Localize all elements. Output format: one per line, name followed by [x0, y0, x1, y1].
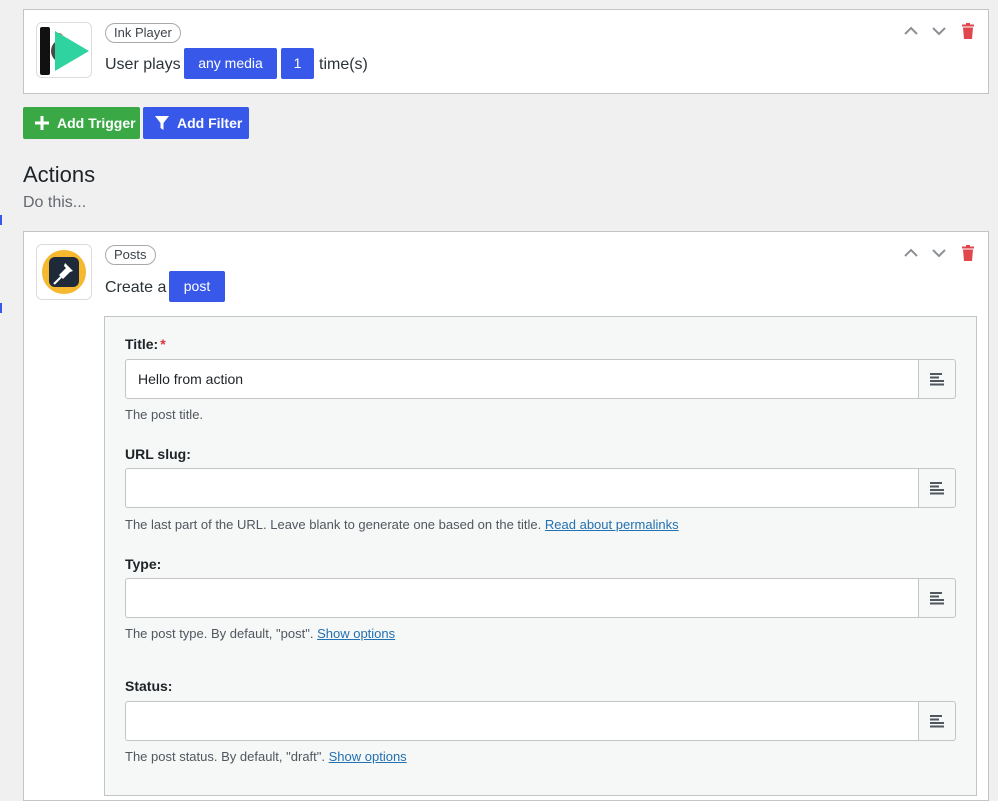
status-help: The post status. By default, "draft". Sh… [125, 749, 407, 764]
ink-player-logo-icon [36, 22, 92, 78]
title-help: The post title. [125, 407, 204, 422]
read-about-permalinks-link[interactable]: Read about permalinks [545, 517, 679, 532]
align-left-icon [930, 373, 944, 386]
title-field[interactable] [125, 359, 919, 399]
url-slug-help: The last part of the URL. Leave blank to… [125, 517, 679, 532]
title-label: Title: * [125, 336, 166, 352]
action-sentence-prefix: Create a [105, 279, 167, 296]
status-show-options-link[interactable]: Show options [329, 749, 407, 764]
move-down-icon[interactable] [930, 22, 948, 40]
post-token[interactable]: post [169, 271, 225, 302]
type-token-picker-button[interactable] [918, 578, 956, 618]
required-marker: * [160, 336, 166, 352]
trigger-sentence-suffix: time(s) [319, 56, 368, 73]
integration-tag: Posts [105, 245, 156, 265]
add-trigger-label: Add Trigger [57, 115, 136, 131]
status-label: Status: [125, 678, 173, 694]
type-label: Type: [125, 556, 162, 572]
integration-tag: Ink Player [105, 23, 181, 43]
move-down-icon[interactable] [930, 244, 948, 262]
type-field[interactable] [125, 578, 919, 618]
title-label-text: Title: [125, 336, 159, 352]
edge-indicator [0, 303, 2, 313]
edge-indicator [0, 215, 2, 225]
plus-icon [35, 116, 49, 130]
pushpin-icon [36, 244, 92, 300]
url-slug-token-picker-button[interactable] [918, 468, 956, 508]
trigger-card: Ink Player User plays any media 1 time(s… [23, 9, 989, 94]
url-slug-label: URL slug: [125, 446, 191, 462]
add-trigger-button[interactable]: Add Trigger [23, 107, 140, 139]
status-help-text: The post status. By default, "draft". [125, 749, 325, 764]
trash-icon[interactable] [959, 244, 977, 262]
media-token[interactable]: any media [184, 48, 277, 79]
url-slug-help-text: The last part of the URL. Leave blank to… [125, 517, 542, 532]
type-help-text: The post type. By default, "post". [125, 626, 314, 641]
count-token[interactable]: 1 [281, 48, 314, 79]
type-show-options-link[interactable]: Show options [317, 626, 395, 641]
add-filter-button[interactable]: Add Filter [143, 107, 249, 139]
trash-icon[interactable] [959, 22, 977, 40]
filter-icon [155, 116, 169, 130]
align-left-icon [930, 715, 944, 728]
trigger-sentence-prefix: User plays [105, 56, 181, 73]
add-filter-label: Add Filter [177, 115, 243, 131]
actions-heading: Actions [23, 162, 96, 187]
move-up-icon[interactable] [902, 22, 920, 40]
type-help: The post type. By default, "post". Show … [125, 626, 395, 641]
move-up-icon[interactable] [902, 244, 920, 262]
actions-subheading: Do this... [23, 194, 87, 211]
align-left-icon [930, 482, 944, 495]
status-field[interactable] [125, 701, 919, 741]
status-token-picker-button[interactable] [918, 701, 956, 741]
align-left-icon [930, 592, 944, 605]
url-slug-field[interactable] [125, 468, 919, 508]
title-token-picker-button[interactable] [918, 359, 956, 399]
